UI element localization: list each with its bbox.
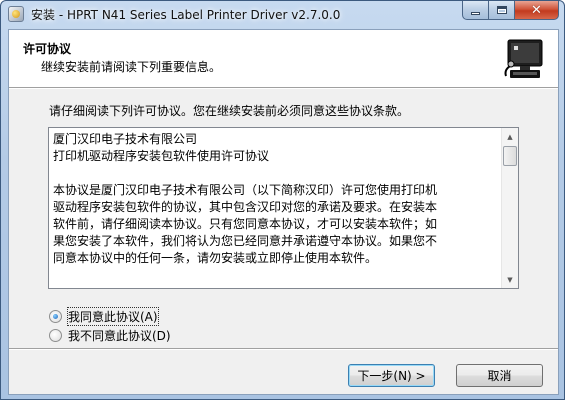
license-text-box[interactable]: 厦门汉印电子技术有限公司 打印机驱动程序安装包软件使用许可协议 本协议是厦门汉印…	[48, 127, 519, 289]
license-line: 同意本协议中的任何一条，请勿安装或立即停止使用本软件。	[53, 251, 378, 265]
decline-radio[interactable]	[49, 329, 62, 342]
footer-divider-highlight	[9, 349, 558, 350]
page-subtitle: 继续安装前请阅读下列重要信息。	[41, 60, 222, 74]
scrollbar-thumb[interactable]	[503, 146, 517, 166]
minimize-icon	[471, 11, 480, 15]
installer-app-icon	[8, 6, 24, 22]
caption-buttons: ✕	[462, 1, 559, 20]
maximize-icon	[496, 6, 507, 14]
maximize-button[interactable]	[489, 1, 515, 20]
license-intro-text: 请仔细阅读下列许可协议。您在继续安装前必须同意这些协议条款。	[49, 104, 410, 118]
page-title: 许可协议	[23, 42, 72, 56]
license-line: 软件前，请仔细阅读本协议。只有您同意本协议，才可以安装本软件；如	[53, 217, 438, 231]
license-line: 厦门汉印电子技术有限公司	[53, 132, 198, 146]
license-line: 打印机驱动程序安装包软件使用许可协议	[53, 149, 270, 163]
header-divider	[9, 88, 558, 89]
license-line: 驱动程序安装包软件的协议，其中包含汉印对您的承诺及要求。在安装本	[53, 200, 438, 214]
minimize-button[interactable]	[462, 1, 489, 20]
decline-option[interactable]: 我不同意此协议(D)	[49, 327, 171, 344]
license-scrollbar[interactable]: ▲ ▼	[501, 128, 518, 288]
close-icon: ✕	[531, 2, 542, 18]
installer-computer-icon	[500, 34, 550, 84]
license-line: 果您安装了本软件，我们将认为您已经同意并承诺遵守本协议。如果您不	[53, 234, 438, 248]
license-line	[53, 165, 499, 182]
scroll-up-arrow-icon[interactable]: ▲	[502, 128, 518, 145]
wizard-header: 许可协议 继续安装前请阅读下列重要信息。	[9, 30, 558, 88]
accept-radio[interactable]	[49, 310, 62, 323]
close-button[interactable]: ✕	[515, 1, 559, 20]
accept-option[interactable]: 我同意此协议(A)	[49, 307, 159, 326]
decline-label[interactable]: 我不同意此协议(D)	[68, 327, 171, 344]
installer-window: 安装 - HPRT N41 Series Label Printer Drive…	[0, 0, 565, 400]
dialog-client-area: 许可协议 继续安装前请阅读下列重要信息。 请仔细阅读下列许可协议。您在继续安装前…	[8, 29, 559, 395]
next-button[interactable]: 下一步(N) >	[348, 364, 435, 387]
scroll-down-arrow-icon[interactable]: ▼	[502, 271, 518, 288]
window-title: 安装 - HPRT N41 Series Label Printer Drive…	[31, 8, 341, 22]
license-text: 厦门汉印电子技术有限公司 打印机驱动程序安装包软件使用许可协议 本协议是厦门汉印…	[53, 131, 499, 285]
cancel-button[interactable]: 取消	[456, 364, 543, 387]
license-line: 本协议是厦门汉印电子技术有限公司（以下简称汉印）许可您使用打印机	[53, 183, 438, 197]
accept-label[interactable]: 我同意此协议(A)	[67, 307, 159, 326]
title-bar[interactable]: 安装 - HPRT N41 Series Label Printer Drive…	[1, 1, 564, 26]
